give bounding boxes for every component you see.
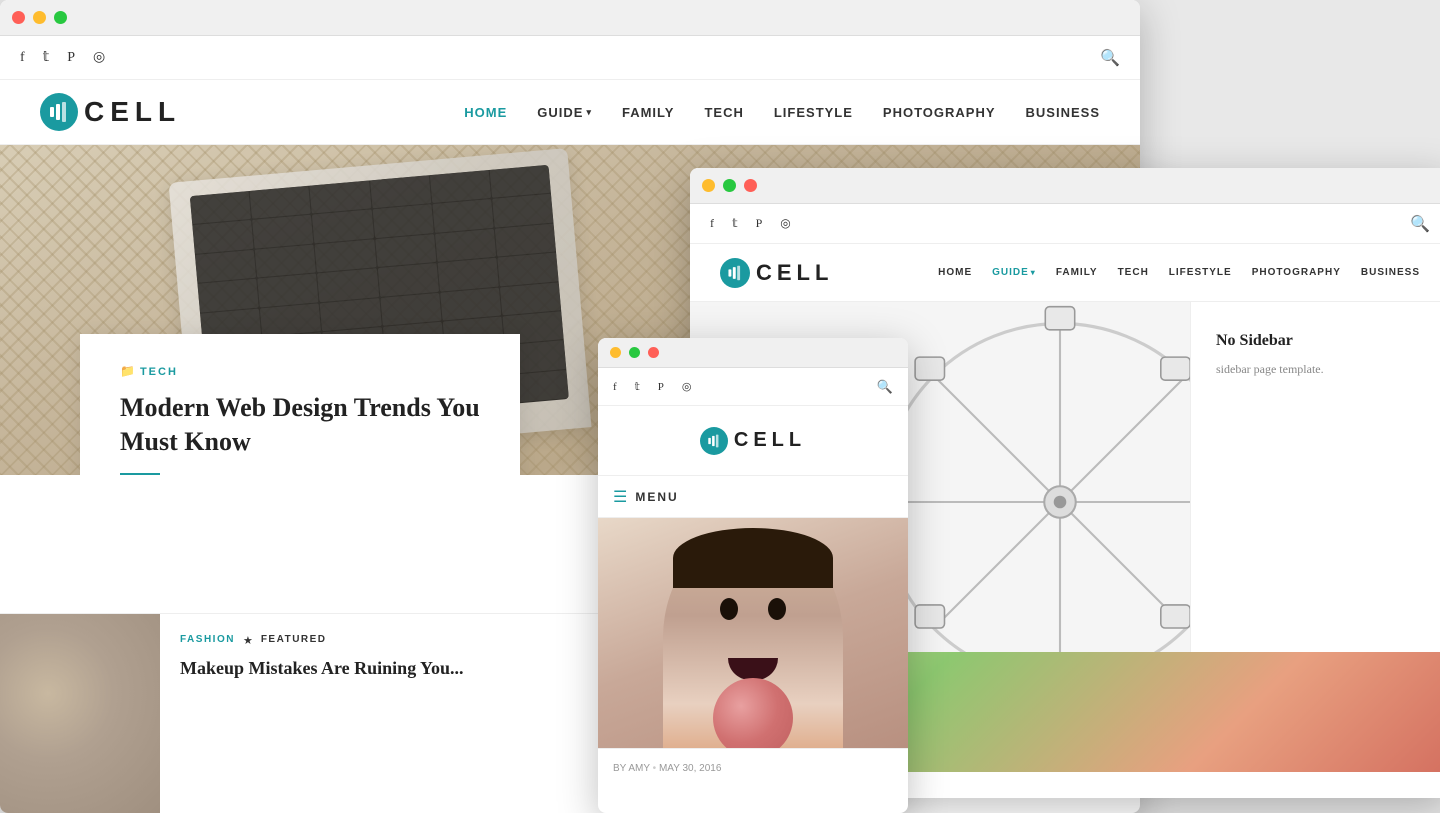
tag-fashion-1: FASHION	[180, 634, 235, 647]
menu-bar-3[interactable]: ☰ MENU	[598, 476, 908, 518]
social-bar-2: f 𝕥 P ◎ 🔍	[690, 204, 1440, 244]
guide-chevron-1: ▾	[586, 107, 592, 118]
logo-icon-2	[720, 258, 750, 288]
nav-guide-2[interactable]: GUIDE ▾	[992, 267, 1036, 278]
hero-face	[663, 528, 843, 748]
search-button-1[interactable]: 🔍	[1100, 48, 1120, 68]
nav-home-2[interactable]: HOME	[938, 267, 972, 278]
search-button-2[interactable]: 🔍	[1410, 214, 1430, 234]
pinterest-icon-2[interactable]: P	[756, 216, 763, 231]
twitter-icon-1[interactable]: 𝕥	[43, 49, 50, 66]
author-name-3: BY AMY	[613, 763, 650, 774]
instagram-icon-3[interactable]: ◎	[682, 380, 692, 393]
search-button-3[interactable]: 🔍	[877, 379, 893, 395]
dot-yellow-1[interactable]	[33, 11, 46, 24]
bottom-card-img-1	[0, 614, 160, 813]
category-icon-1: 📁	[120, 364, 135, 379]
nav-bar-2: CELL HOME GUIDE ▾ FAMILY TECH LIFESTYLE …	[690, 244, 1440, 302]
title-bar-3	[598, 338, 908, 368]
card-title-1: Modern Web Design Trends You Must Know	[120, 391, 480, 459]
logo-icon-1	[40, 93, 78, 131]
no-sidebar-title: No Sidebar	[1216, 332, 1425, 350]
hamburger-icon-3: ☰	[613, 487, 627, 507]
nav-business-2[interactable]: BUSINESS	[1361, 267, 1420, 278]
face-hair	[673, 528, 833, 588]
author-date-3: MAY 30, 2016	[659, 763, 721, 774]
social-bar-1: f 𝕥 P ◎ 🔍	[0, 36, 1140, 80]
nav-family-1[interactable]: FAMILY	[622, 105, 674, 120]
face-ball	[713, 678, 793, 748]
instagram-icon-2[interactable]: ◎	[780, 216, 790, 231]
social-icons-3: f 𝕥 P ◎	[613, 380, 692, 393]
twitter-icon-3[interactable]: 𝕥	[635, 380, 640, 393]
pinterest-icon-3[interactable]: P	[658, 381, 664, 393]
face-eyes	[720, 598, 786, 620]
facebook-icon-3[interactable]: f	[613, 381, 617, 393]
no-sidebar-panel: No Sidebar sidebar page template.	[1190, 302, 1440, 652]
menu-label-3: MENU	[635, 490, 678, 504]
logo-text-2: CELL	[756, 260, 833, 286]
nav-photography-1[interactable]: PHOTOGRAPHY	[883, 105, 996, 120]
eye-left	[720, 598, 738, 620]
nav-family-2[interactable]: FAMILY	[1056, 267, 1098, 278]
dot-yellow-2[interactable]	[702, 179, 715, 192]
nav-lifestyle-1[interactable]: LIFESTYLE	[774, 105, 853, 120]
hero-image-3	[598, 518, 908, 748]
logo-text-1: CELL	[84, 96, 181, 128]
face-lips	[728, 658, 778, 680]
card-category-1: 📁 TECH	[120, 364, 480, 379]
dot-green-2[interactable]	[723, 179, 736, 192]
dot-green-1[interactable]	[54, 11, 67, 24]
dot-yellow-3[interactable]	[610, 347, 621, 358]
dot-red-1[interactable]	[12, 11, 25, 24]
nav-tech-2[interactable]: TECH	[1118, 267, 1149, 278]
facebook-icon-1[interactable]: f	[20, 50, 25, 66]
nav-links-1: HOME GUIDE ▾ FAMILY TECH LIFESTYLE PHOTO…	[464, 105, 1100, 120]
logo-area-3: CELL	[598, 406, 908, 476]
title-bar-1	[0, 0, 1140, 36]
no-sidebar-desc: sidebar page template.	[1216, 360, 1425, 379]
social-icons-1: f 𝕥 P ◎	[20, 49, 105, 66]
nav-links-2: HOME GUIDE ▾ FAMILY TECH LIFESTYLE PHOTO…	[938, 267, 1420, 278]
dot-green-3[interactable]	[629, 347, 640, 358]
eye-right	[768, 598, 786, 620]
nav-bar-1: CELL HOME GUIDE ▾ FAMILY TECH LIFESTYLE …	[0, 80, 1140, 145]
category-text-1: TECH	[140, 366, 178, 378]
browser-window-3: f 𝕥 P ◎ 🔍 CELL ☰ MENU	[598, 338, 908, 813]
logo-2: CELL	[720, 258, 833, 288]
twitter-icon-2[interactable]: 𝕥	[732, 216, 738, 231]
nav-lifestyle-2[interactable]: LIFESTYLE	[1169, 267, 1232, 278]
social-bar-3: f 𝕥 P ◎ 🔍	[598, 368, 908, 406]
pinterest-icon-1[interactable]: P	[67, 50, 75, 66]
instagram-icon-1[interactable]: ◎	[93, 49, 105, 66]
logo-1: CELL	[40, 93, 181, 131]
logo-text-3: CELL	[734, 429, 806, 452]
nav-business-1[interactable]: BUSINESS	[1026, 105, 1100, 120]
nav-photography-2[interactable]: PHOTOGRAPHY	[1252, 267, 1341, 278]
author-text-3: BY AMY • MAY 30, 2016	[613, 763, 721, 774]
nav-home-1[interactable]: HOME	[464, 105, 507, 120]
card-divider-1	[120, 473, 160, 475]
tag-featured-1: FEATURED	[261, 634, 327, 647]
dot-red-3[interactable]	[648, 347, 659, 358]
article-card-1: 📁 TECH Modern Web Design Trends You Must…	[80, 334, 520, 475]
no-sidebar-desc-text: sidebar page template.	[1216, 362, 1324, 376]
nav-guide-1[interactable]: GUIDE ▾	[537, 105, 592, 120]
tag-star-1: ★	[243, 634, 253, 647]
bottom-card-img-inner-1	[0, 614, 160, 813]
title-bar-2	[690, 168, 1440, 204]
nav-tech-1[interactable]: TECH	[704, 105, 743, 120]
facebook-icon-2[interactable]: f	[710, 216, 714, 231]
social-icons-2: f 𝕥 P ◎	[710, 216, 791, 231]
author-line-3: BY AMY • MAY 30, 2016	[598, 748, 908, 788]
logo-icon-3	[700, 427, 728, 455]
dot-red-2[interactable]	[744, 179, 757, 192]
